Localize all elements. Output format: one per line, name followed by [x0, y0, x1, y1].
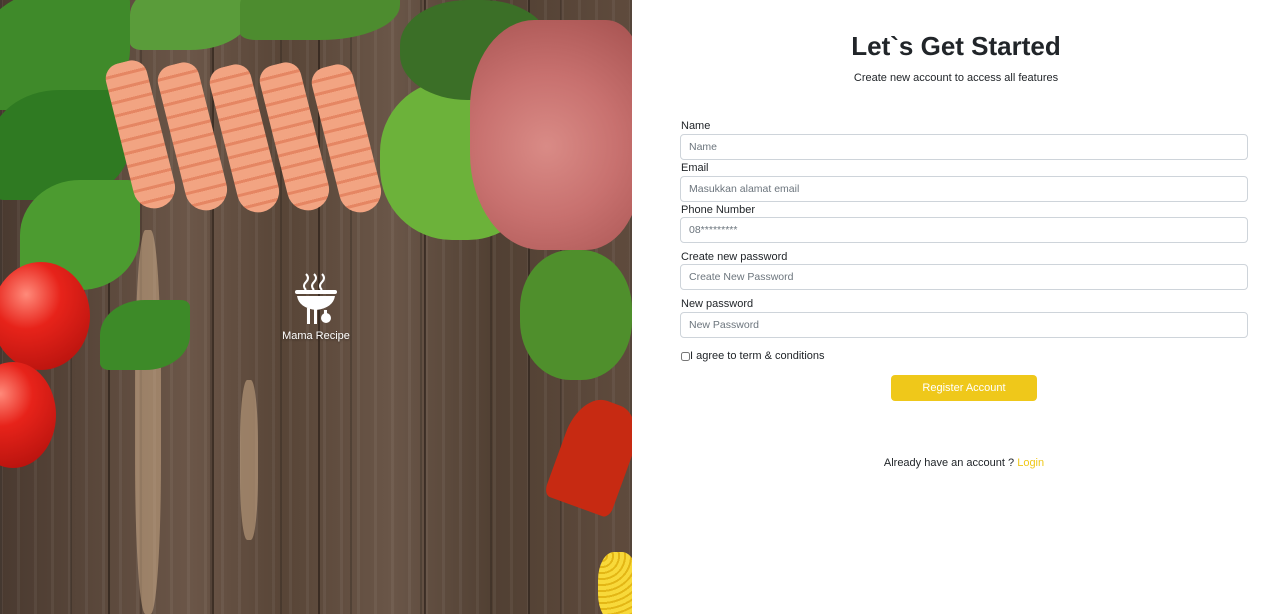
name-input[interactable]	[680, 134, 1248, 160]
wood-grain	[240, 380, 258, 540]
tomato	[0, 262, 90, 370]
brand-logo: Mama Recipe	[276, 270, 356, 342]
corn	[598, 552, 632, 614]
page-subtitle: Create new account to access all feature…	[853, 72, 1059, 84]
hero-food-image: Mama Recipe	[0, 0, 632, 614]
terms-checkbox[interactable]	[681, 351, 690, 361]
raw-meat	[470, 20, 632, 250]
create-password-label: Create new password	[681, 251, 788, 263]
register-button[interactable]: Register Account	[891, 375, 1037, 401]
tomato	[0, 362, 56, 468]
wood-grain	[135, 230, 161, 614]
herb-leaf	[240, 0, 400, 40]
new-password-input[interactable]	[680, 312, 1248, 338]
crayfish	[543, 391, 632, 519]
terms-label: I agree to term & conditions	[690, 350, 825, 362]
lettuce	[520, 250, 632, 380]
herb-leaf	[130, 0, 250, 50]
create-password-input[interactable]	[680, 264, 1248, 290]
email-label: Email	[681, 162, 709, 174]
brand-name: Mama Recipe	[282, 330, 350, 342]
herb-leaf	[100, 300, 190, 370]
page-title: Let`s Get Started	[851, 31, 1061, 61]
phone-label: Phone Number	[681, 204, 755, 216]
login-link[interactable]: Login	[1017, 457, 1044, 469]
login-prompt-text: Already have an account ?	[883, 457, 1015, 469]
login-prompt: Already have an account ? Login	[632, 457, 1280, 469]
phone-input[interactable]	[680, 217, 1248, 243]
grill-chef-icon	[295, 273, 337, 324]
new-password-label: New password	[681, 298, 754, 310]
register-form: Let`s Get Started Create new account to …	[632, 0, 1280, 614]
terms-agreement[interactable]: I agree to term & conditions	[681, 350, 825, 362]
name-label: Name	[681, 120, 711, 132]
email-input[interactable]	[680, 176, 1248, 202]
